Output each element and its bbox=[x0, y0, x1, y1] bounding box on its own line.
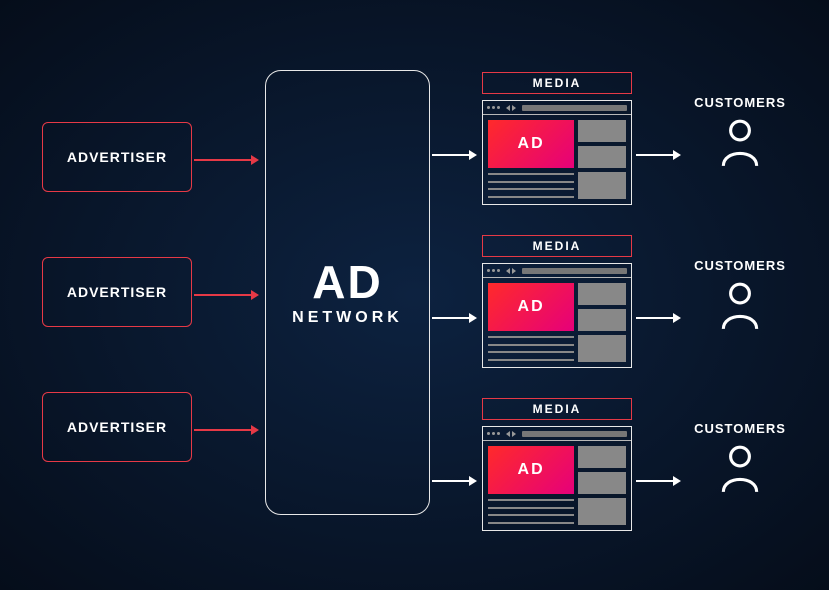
arrow-network-to-media bbox=[432, 476, 477, 486]
person-icon bbox=[719, 118, 761, 173]
media-label: MEDIA bbox=[533, 76, 582, 90]
advertiser-label: ADVERTISER bbox=[67, 419, 167, 435]
ad-placement: AD bbox=[488, 120, 574, 168]
customers-label: CUSTOMERS bbox=[694, 258, 786, 273]
browser-window: AD bbox=[482, 426, 632, 531]
ad-placement: AD bbox=[488, 283, 574, 331]
media-label-box: MEDIA bbox=[482, 235, 632, 257]
ad-network-box: AD NETWORK bbox=[265, 70, 430, 515]
advertiser-box: ADVERTISER bbox=[42, 122, 192, 192]
ad-placement-label: AD bbox=[518, 135, 545, 153]
ad-network-title: AD bbox=[312, 259, 382, 305]
person-icon bbox=[719, 444, 761, 499]
arrow-media-to-customers bbox=[636, 476, 681, 486]
browser-chrome bbox=[483, 427, 631, 441]
arrow-advertiser-to-network bbox=[194, 290, 259, 300]
media-group: MEDIA AD bbox=[482, 235, 632, 368]
advertiser-box: ADVERTISER bbox=[42, 392, 192, 462]
browser-window: AD bbox=[482, 100, 632, 205]
arrow-network-to-media bbox=[432, 313, 477, 323]
advertiser-box: ADVERTISER bbox=[42, 257, 192, 327]
arrow-advertiser-to-network bbox=[194, 425, 259, 435]
media-label: MEDIA bbox=[533, 402, 582, 416]
customers-label: CUSTOMERS bbox=[694, 421, 786, 436]
ad-placement: AD bbox=[488, 446, 574, 494]
person-icon bbox=[719, 281, 761, 336]
browser-window: AD bbox=[482, 263, 632, 368]
customers-group: CUSTOMERS bbox=[690, 258, 790, 336]
browser-chrome bbox=[483, 264, 631, 278]
media-group: MEDIA AD bbox=[482, 72, 632, 205]
advertiser-label: ADVERTISER bbox=[67, 284, 167, 300]
advertiser-label: ADVERTISER bbox=[67, 149, 167, 165]
customers-label: CUSTOMERS bbox=[694, 95, 786, 110]
customers-group: CUSTOMERS bbox=[690, 95, 790, 173]
arrow-media-to-customers bbox=[636, 313, 681, 323]
ad-placement-label: AD bbox=[518, 461, 545, 479]
browser-chrome bbox=[483, 101, 631, 115]
media-label-box: MEDIA bbox=[482, 398, 632, 420]
media-group: MEDIA AD bbox=[482, 398, 632, 531]
ad-network-subtitle: NETWORK bbox=[292, 309, 403, 327]
customers-group: CUSTOMERS bbox=[690, 421, 790, 499]
media-label: MEDIA bbox=[533, 239, 582, 253]
media-label-box: MEDIA bbox=[482, 72, 632, 94]
arrow-network-to-media bbox=[432, 150, 477, 160]
ad-placement-label: AD bbox=[518, 298, 545, 316]
arrow-advertiser-to-network bbox=[194, 155, 259, 165]
arrow-media-to-customers bbox=[636, 150, 681, 160]
